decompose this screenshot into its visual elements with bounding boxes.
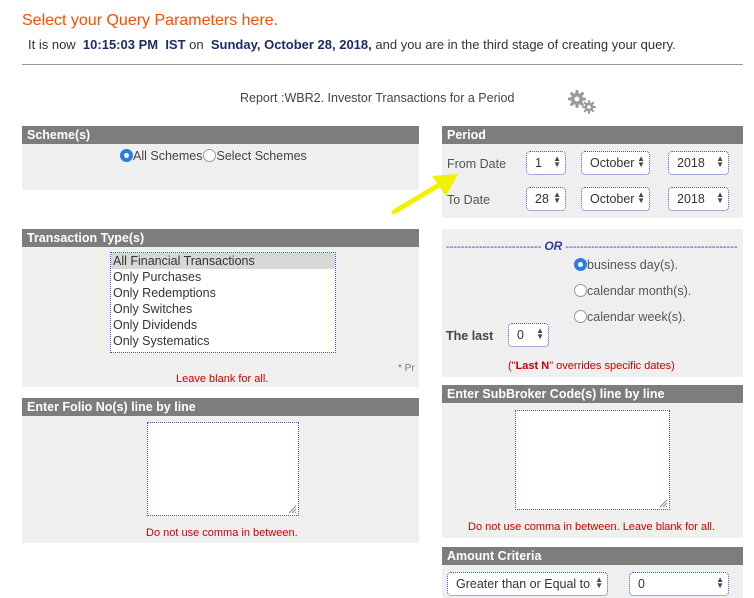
from-year-value: 2018 (677, 156, 705, 170)
option-business-day[interactable]: business day(s). (574, 258, 678, 272)
list-item[interactable]: Only Dividends (111, 317, 335, 333)
arrow-annotation-icon (391, 174, 458, 215)
subbroker-textarea[interactable] (515, 410, 670, 510)
last-n-note-bold: Last N (515, 360, 550, 372)
from-year-select[interactable]: 2018 ▲ ▼ (668, 151, 729, 175)
scheme-heading: Scheme(s) (22, 126, 419, 144)
to-day-value: 28 (535, 192, 549, 206)
last-n-panel: -------------------------- OR ----------… (442, 229, 743, 377)
last-n-select[interactable]: 0 ▲ ▼ (508, 323, 549, 347)
to-day-select[interactable]: 28 ▲ ▼ (526, 187, 566, 211)
scheme-options: All Schemes Select Schemes (120, 149, 307, 163)
stepper-icon: ▲ ▼ (716, 575, 724, 590)
amount-value-select[interactable]: 0 ▲ ▼ (629, 572, 729, 596)
folio-panel: Enter Folio No(s) line by line Do not us… (22, 398, 419, 543)
list-item[interactable]: Only Systematics (111, 333, 335, 349)
list-item[interactable]: Only Redemptions (111, 285, 335, 301)
scheme-panel: Scheme(s) All Schemes Select Schemes (22, 126, 419, 190)
transaction-note: Leave blank for all. (176, 373, 269, 385)
from-day-value: 1 (535, 156, 542, 170)
last-n-note-suffix: " overrides specific dates) (549, 360, 675, 372)
period-heading: Period (442, 126, 743, 144)
or-divider-right: ----------------------------------------… (565, 241, 738, 253)
transaction-panel: Transaction Type(s) All Financial Transa… (22, 229, 419, 387)
header-divider (22, 64, 743, 65)
to-month-value: October (590, 192, 635, 206)
list-item[interactable]: All Financial Transactions (111, 253, 335, 269)
stepper-icon: ▲ ▼ (595, 575, 603, 590)
business-day-label: business day(s). (587, 258, 679, 272)
stepper-icon: ▲ ▼ (553, 154, 561, 169)
folio-heading: Enter Folio No(s) line by line (22, 398, 419, 416)
subbroker-panel: Enter SubBroker Code(s) line by line Do … (442, 385, 743, 538)
amount-operator-value: Greater than or Equal to (456, 577, 591, 591)
folio-textarea[interactable] (147, 422, 299, 516)
last-n-note: ("Last N" overrides specific dates) (508, 360, 675, 372)
stepper-icon: ▲ ▼ (553, 190, 561, 205)
from-day-select[interactable]: 1 ▲ ▼ (526, 151, 566, 175)
to-year-select[interactable]: 2018 ▲ ▼ (668, 187, 729, 211)
radio-calendar-week[interactable] (574, 310, 587, 323)
the-last-label: The last (446, 329, 494, 343)
amount-panel: Amount Criteria Greater than or Equal to… (442, 547, 743, 598)
or-label: OR (544, 239, 563, 253)
radio-select-schemes[interactable] (203, 149, 217, 162)
calendar-week-label: calendar week(s). (587, 310, 686, 324)
status-prefix: It is now (28, 37, 76, 52)
option-calendar-month[interactable]: calendar month(s). (574, 284, 691, 298)
amount-value: 0 (638, 577, 645, 591)
status-date: Sunday, October 28, 2018, (210, 37, 372, 52)
side-note: * Pr (398, 363, 415, 374)
stepper-icon: ▲ ▼ (637, 154, 645, 169)
to-month-select[interactable]: October ▲ ▼ (581, 187, 650, 211)
subbroker-note: Do not use comma in between. Leave blank… (468, 521, 716, 533)
list-item[interactable]: Only Purchases (111, 269, 335, 285)
stepper-icon: ▲ ▼ (536, 326, 544, 341)
transaction-heading: Transaction Type(s) (22, 229, 419, 247)
amount-operator-select[interactable]: Greater than or Equal to ▲ ▼ (447, 572, 608, 596)
or-divider: -------------------------- OR ----------… (446, 239, 738, 253)
option-calendar-week[interactable]: calendar week(s). (574, 310, 686, 324)
page-title: Select your Query Parameters here. (22, 12, 279, 29)
resize-grip-icon[interactable] (659, 499, 668, 508)
radio-all-schemes[interactable] (120, 149, 133, 162)
transaction-listbox[interactable]: All Financial Transactions Only Purchase… (110, 252, 336, 353)
calendar-month-label: calendar month(s). (587, 284, 692, 298)
or-divider-left: -------------------------- (446, 241, 542, 253)
subbroker-heading: Enter SubBroker Code(s) line by line (442, 385, 743, 403)
report-label: Report :WBR2. Investor Transactions for … (240, 91, 515, 105)
stepper-icon: ▲ ▼ (637, 190, 645, 205)
radio-calendar-month[interactable] (574, 284, 587, 297)
status-on: on (189, 37, 204, 52)
from-month-value: October (590, 156, 635, 170)
status-timezone: IST (165, 37, 186, 52)
to-year-value: 2018 (677, 192, 705, 206)
folio-note: Do not use comma in between. (146, 527, 298, 539)
stepper-icon: ▲ ▼ (716, 190, 724, 205)
last-n-note-prefix: (" (508, 360, 516, 372)
from-month-select[interactable]: October ▲ ▼ (581, 151, 650, 175)
status-time: 10:15:03 PM (82, 37, 159, 52)
status-suffix: and you are in the third stage of creati… (375, 37, 676, 52)
status-line: It is now 10:15:03 PM IST on Sunday, Oct… (28, 37, 676, 52)
radio-business-day[interactable] (574, 258, 587, 271)
all-schemes-label: All Schemes (133, 149, 203, 163)
period-panel: Period From Date To Date 1 ▲ ▼ October ▲ ▼ 2… (442, 126, 743, 218)
list-item[interactable]: Only Switches (111, 301, 335, 317)
last-n-value: 0 (517, 328, 524, 342)
select-schemes-label: Select Schemes (216, 149, 307, 163)
gear-icon[interactable] (566, 88, 600, 121)
stepper-icon: ▲ ▼ (716, 154, 724, 169)
resize-grip-icon[interactable] (288, 505, 297, 514)
amount-heading: Amount Criteria (442, 547, 743, 565)
